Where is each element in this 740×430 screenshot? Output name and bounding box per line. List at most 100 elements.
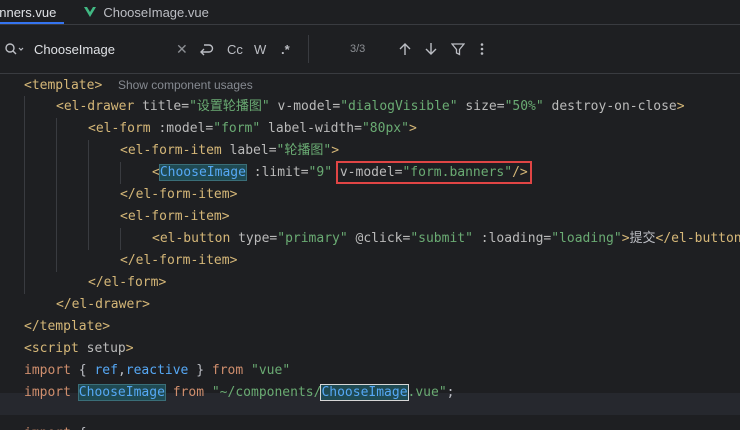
tag-name: <el-button (152, 231, 231, 246)
punctuation: } (188, 363, 212, 378)
code-editor[interactable]: <template> Show component usages <el-dra… (0, 74, 740, 430)
attr-value: "form.banners" (402, 165, 513, 180)
find-bar: ✕ Cc W .* 3/3 (0, 25, 740, 74)
filter-button[interactable] (451, 25, 465, 73)
editor-tab-bar: anners.vue ChooseImage.vue (0, 0, 740, 25)
toggle-replace-button[interactable] (198, 25, 214, 73)
tag-bracket: > (621, 231, 630, 246)
code-line: </el-form-item> (120, 184, 237, 206)
attr-name: setup (78, 341, 126, 356)
punctuation: { (70, 363, 95, 378)
indent-guide (24, 96, 25, 294)
vue-icon (84, 7, 97, 17)
attr-name: type= (230, 231, 278, 246)
arrow-up-icon (399, 43, 411, 55)
punctuation: { (71, 426, 87, 430)
code-line: <el-form :model="form" label-width="80px… (88, 118, 417, 140)
search-match-highlight: ChooseImage (77, 384, 166, 401)
tag-bracket: > (125, 341, 134, 356)
tag-name: <el-form-item> (120, 209, 230, 224)
attr-value: "50%" (504, 99, 544, 114)
attr-name: v-model= (339, 165, 403, 180)
attr-name: title= (134, 99, 190, 114)
code-line: </template> (24, 316, 110, 338)
match-count: 3/3 (350, 43, 366, 55)
attr-value: "轮播图" (276, 143, 332, 158)
clear-search-button[interactable]: ✕ (176, 25, 188, 73)
keyword: import (24, 363, 71, 378)
code-line: import { (24, 423, 87, 430)
attr-name: v-model= (269, 99, 341, 114)
tab-label: anners.vue (0, 4, 57, 20)
code-line: <script setup> (24, 338, 134, 360)
code-line: <ChooseImage :limit="9" v-model="form.ba… (152, 161, 532, 184)
code-line: </el-form> (88, 272, 166, 294)
indent-guide (120, 228, 121, 250)
attr-name: :loading= (472, 231, 552, 246)
tag-name: <el-drawer (56, 99, 135, 114)
tag-name: </el-form> (88, 275, 167, 290)
attr-name: destroy-on-close (543, 99, 677, 114)
code-line: <template> Show component usages (24, 74, 253, 96)
tab-chooseimage-vue[interactable]: ChooseImage.vue (84, 0, 209, 24)
tag-name: <el-form-item (120, 143, 222, 158)
divider (308, 35, 309, 63)
previous-match-button[interactable] (398, 25, 412, 73)
keyword: import (24, 385, 71, 400)
search-icon (5, 43, 24, 55)
tab-banners-vue[interactable]: anners.vue (0, 0, 70, 24)
tag-name: <el-form (88, 121, 151, 136)
identifier: reactive (125, 363, 189, 378)
tag-bracket: > (408, 121, 417, 136)
search-input[interactable] (34, 25, 169, 73)
close-icon: ✕ (176, 40, 188, 57)
attr-name: :model= (150, 121, 214, 136)
code-line: <el-button type="primary" @click="submit… (152, 228, 740, 250)
keyword: from (211, 363, 244, 378)
code-line: </el-form-item> (120, 250, 237, 272)
attr-value: "dialogVisible" (340, 99, 458, 114)
tag-bracket: /> (512, 165, 528, 180)
template-open-tag: <template> (24, 78, 103, 93)
tag-name: </el-drawer> (56, 297, 150, 312)
code-line: <el-drawer title="设置轮播图" v-model="dialog… (56, 96, 685, 118)
whole-word-toggle[interactable]: W (254, 25, 266, 73)
attr-value: "loading" (551, 231, 622, 246)
attr-value: "设置轮播图" (189, 99, 270, 114)
attr-value: "9" (308, 165, 333, 180)
indent-guide (88, 140, 89, 250)
tag-bracket: > (331, 143, 340, 158)
tag-bracket: < (152, 165, 160, 180)
tag-name: </el-form-item> (120, 253, 238, 268)
code-line: <el-form-item> (120, 206, 230, 228)
search-history-button[interactable] (4, 25, 26, 73)
indent-guide (56, 118, 57, 272)
arrow-down-icon (425, 43, 437, 55)
filter-icon (451, 43, 465, 56)
match-case-label: Cc (227, 41, 243, 57)
template-close-tag: </template> (24, 319, 111, 334)
attr-name: size= (457, 99, 505, 114)
attr-name: @click= (347, 231, 411, 246)
more-vertical-icon (480, 43, 484, 55)
regex-toggle[interactable]: .* (281, 25, 290, 73)
show-component-usages-link[interactable]: Show component usages (118, 78, 253, 92)
tag-name: </el-button> (655, 231, 740, 246)
code-line: import { ref,reactive } from "vue" (24, 360, 290, 382)
next-match-button[interactable] (424, 25, 438, 73)
punctuation: ; (446, 385, 455, 400)
indent-guide (120, 162, 121, 184)
code-line: import ChooseImage from "~/components/Ch… (24, 382, 455, 404)
punctuation: , (117, 363, 126, 378)
current-search-match: ChooseImage (320, 384, 409, 401)
attr-value: "submit" (410, 231, 473, 246)
attr-value: "form" (213, 121, 261, 136)
match-case-toggle[interactable]: Cc (227, 25, 243, 73)
more-options-button[interactable] (479, 25, 485, 73)
regex-label: .* (281, 41, 290, 57)
red-annotation-box: v-model="form.banners"/> (335, 161, 532, 184)
